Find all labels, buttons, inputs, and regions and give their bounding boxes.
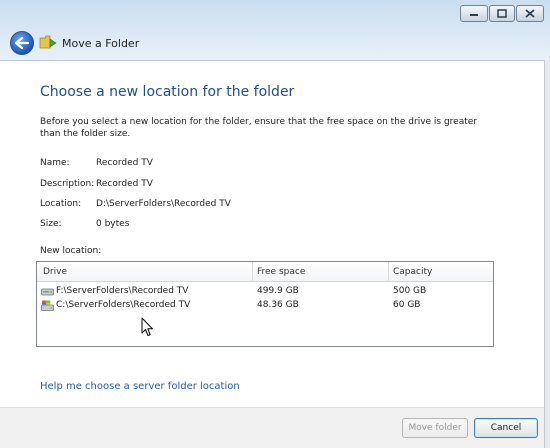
location-label: Location: (40, 199, 82, 209)
page-title: Choose a new location for the folder (40, 84, 295, 100)
mouse-pointer-icon (141, 317, 153, 336)
free-space-value: 499.9 GB (257, 286, 299, 296)
column-header-drive[interactable]: Drive (43, 267, 67, 277)
intro-text: Before you select a new location for the… (40, 117, 478, 139)
description-label: Description: (40, 179, 95, 189)
drive-path: F:\ServerFolders\Recorded TV (56, 286, 189, 296)
new-location-label: New location: (40, 246, 102, 256)
back-arrow-icon (15, 37, 29, 49)
right-edge-strip (544, 60, 550, 448)
close-button[interactable] (516, 5, 544, 22)
minimize-button[interactable] (460, 5, 488, 22)
move-folder-dialog: Move a Folder Choose a new location for … (0, 0, 550, 448)
drive-row[interactable]: F:\ServerFolders\Recorded TV 499.9 GB 50… (37, 285, 493, 299)
name-value: Recorded TV (96, 158, 153, 168)
drive-path: C:\ServerFolders\Recorded TV (56, 300, 191, 310)
external-drive-icon (41, 288, 54, 296)
back-button[interactable] (10, 31, 34, 55)
size-label: Size: (40, 219, 62, 229)
free-space-value: 48.36 GB (257, 300, 299, 310)
maximize-button[interactable] (489, 5, 515, 22)
capacity-value: 60 GB (393, 300, 421, 310)
help-link[interactable]: Help me choose a server folder location (40, 381, 240, 392)
column-divider[interactable] (388, 262, 389, 281)
minimize-icon (470, 13, 478, 16)
size-value: 0 bytes (96, 219, 130, 229)
column-header-capacity[interactable]: Capacity (393, 267, 432, 277)
drive-row[interactable]: C:\ServerFolders\Recorded TV 48.36 GB 60… (37, 299, 493, 313)
window-title: Move a Folder (62, 37, 140, 50)
move-folder-icon (39, 35, 57, 49)
cancel-button[interactable]: Cancel (474, 418, 538, 438)
move-folder-button[interactable]: Move folder (402, 418, 468, 438)
title-bar: Move a Folder (0, 0, 550, 61)
capacity-value: 500 GB (393, 286, 427, 296)
drive-list[interactable]: Drive Free space Capacity F:\ServerFolde… (36, 261, 494, 347)
column-header-free-space[interactable]: Free space (257, 267, 305, 277)
description-value: Recorded TV (96, 179, 153, 189)
location-value: D:\ServerFolders\Recorded TV (96, 199, 231, 209)
button-bar: Move folder Cancel (0, 408, 544, 448)
name-label: Name: (40, 158, 70, 168)
column-divider[interactable] (252, 262, 253, 281)
list-header: Drive Free space Capacity (37, 262, 493, 282)
close-icon (525, 9, 535, 18)
maximize-icon (497, 9, 507, 18)
system-drive-icon (41, 300, 54, 311)
